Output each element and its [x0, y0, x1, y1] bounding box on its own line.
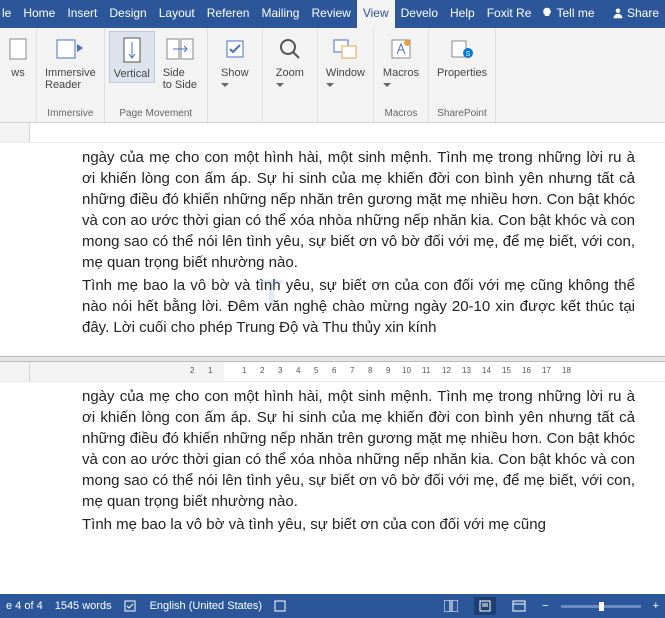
web-layout-button[interactable] [508, 597, 530, 615]
status-bar: e 4 of 4 1545 words English (United Stat… [0, 594, 665, 618]
zoom-slider[interactable] [561, 605, 641, 608]
doc-icon [8, 37, 28, 61]
group-show: Show [208, 28, 263, 122]
ruler-scale-2: 21 12 34 56 78 910 1112 1314 1516 1718 [30, 362, 665, 381]
macros-icon [389, 37, 413, 61]
vertical-button[interactable]: Vertical [109, 31, 155, 83]
paragraph: ngày của mẹ cho con một hình hài, một si… [82, 147, 635, 273]
vertical-page-icon [121, 36, 143, 64]
print-layout-button[interactable] [474, 597, 496, 615]
zoom-thumb[interactable] [599, 602, 604, 611]
horizontal-ruler-top[interactable] [0, 123, 665, 143]
share-label: Share [627, 6, 659, 20]
ribbon: ws ImmersiveReader Immersive Vertical Si… [0, 28, 665, 123]
ribbon-tabs: le Home Insert Design Layout Referen Mai… [0, 0, 665, 28]
book-check-icon [124, 599, 138, 613]
group-zoom: Zoom [263, 28, 318, 122]
tab-layout[interactable]: Layout [153, 0, 201, 28]
tell-me[interactable]: Tell me [537, 0, 598, 28]
group-page-movement: Vertical Sideto Side Page Movement [105, 28, 208, 122]
paragraph: ngày của mẹ cho con một hình hài, một si… [82, 386, 635, 512]
group-window: Window [318, 28, 374, 122]
read-mode-icon [444, 600, 458, 612]
chevron-down-icon [276, 83, 284, 88]
tab-references[interactable]: Referen [201, 0, 256, 28]
print-layout-icon [478, 600, 492, 612]
tab-mailings[interactable]: Mailing [255, 0, 305, 28]
language-indicator[interactable]: English (United States) [150, 600, 263, 612]
zoom-button[interactable]: Zoom [267, 31, 313, 93]
web-layout-icon [512, 600, 526, 612]
chevron-down-icon [221, 83, 229, 88]
book-speaker-icon [55, 36, 85, 62]
tab-help[interactable]: Help [444, 0, 481, 28]
document-pane-bottom[interactable]: ngày của mẹ cho con một hình hài, một si… [0, 382, 665, 595]
zoom-in-button[interactable]: + [653, 600, 659, 612]
macro-recording-button[interactable] [274, 600, 286, 612]
window-button[interactable]: Window [322, 31, 369, 93]
group-page-movement-label: Page Movement [119, 106, 192, 121]
immersive-reader-button[interactable]: ImmersiveReader [41, 31, 100, 93]
show-button[interactable]: Show [212, 31, 258, 93]
macros-button[interactable]: Macros [378, 31, 424, 93]
group-macros: Macros Macros [374, 28, 429, 122]
group-sharepoint: S Properties SharePoint [429, 28, 496, 122]
group-views-partial: ws [0, 28, 37, 122]
tab-foxit[interactable]: Foxit Re [481, 0, 538, 28]
chevron-down-icon [383, 83, 391, 88]
tab-home[interactable]: Home [17, 0, 61, 28]
lightbulb-icon [541, 7, 553, 19]
tab-developer[interactable]: Develo [395, 0, 444, 28]
record-icon [274, 600, 286, 612]
share-icon [612, 7, 624, 19]
group-sharepoint-label: SharePoint [437, 106, 486, 121]
ruler-scale [30, 123, 665, 142]
side-to-side-button[interactable]: Sideto Side [157, 31, 203, 93]
properties-button[interactable]: S Properties [433, 31, 491, 81]
switch-windows-icon [332, 38, 358, 60]
tell-me-label: Tell me [557, 6, 595, 20]
word-count[interactable]: 1545 words [55, 600, 112, 612]
zoom-out-button[interactable]: − [542, 600, 548, 612]
chevron-down-icon [326, 83, 334, 88]
svg-text:S: S [466, 51, 471, 58]
share-button[interactable]: Share [606, 0, 665, 28]
checkbox-icon [225, 39, 245, 59]
group-immersive-label: Immersive [47, 106, 93, 121]
tab-review[interactable]: Review [305, 0, 356, 28]
paragraph: Tình mẹ bao la vô bờ và tình yêu, sự biế… [82, 514, 635, 535]
views-partial-button[interactable]: ws [4, 31, 32, 81]
ruler-corner [0, 123, 30, 142]
tab-design[interactable]: Design [103, 0, 152, 28]
tab-insert[interactable]: Insert [61, 0, 103, 28]
horizontal-ruler-bottom[interactable]: 21 12 34 56 78 910 1112 1314 1516 1718 [0, 362, 665, 382]
sharepoint-icon: S [450, 37, 474, 61]
group-macros-label: Macros [385, 106, 418, 121]
page-indicator[interactable]: e 4 of 4 [6, 600, 43, 612]
side-pages-icon [165, 37, 195, 61]
group-immersive: ImmersiveReader Immersive [37, 28, 105, 122]
tab-view[interactable]: View [357, 0, 395, 28]
document-pane-top[interactable]: ngày của mẹ cho con một hình hài, một si… [0, 143, 665, 356]
spellcheck-button[interactable] [124, 599, 138, 613]
paragraph: Tình mẹ bao la vô bờ và tình yêu, sự biế… [82, 275, 635, 338]
magnifier-icon [278, 37, 302, 61]
read-mode-button[interactable] [440, 597, 462, 615]
document-area: T ngày của mẹ cho con một hình hài, một … [0, 143, 665, 594]
tab-partial[interactable]: le [0, 0, 17, 28]
